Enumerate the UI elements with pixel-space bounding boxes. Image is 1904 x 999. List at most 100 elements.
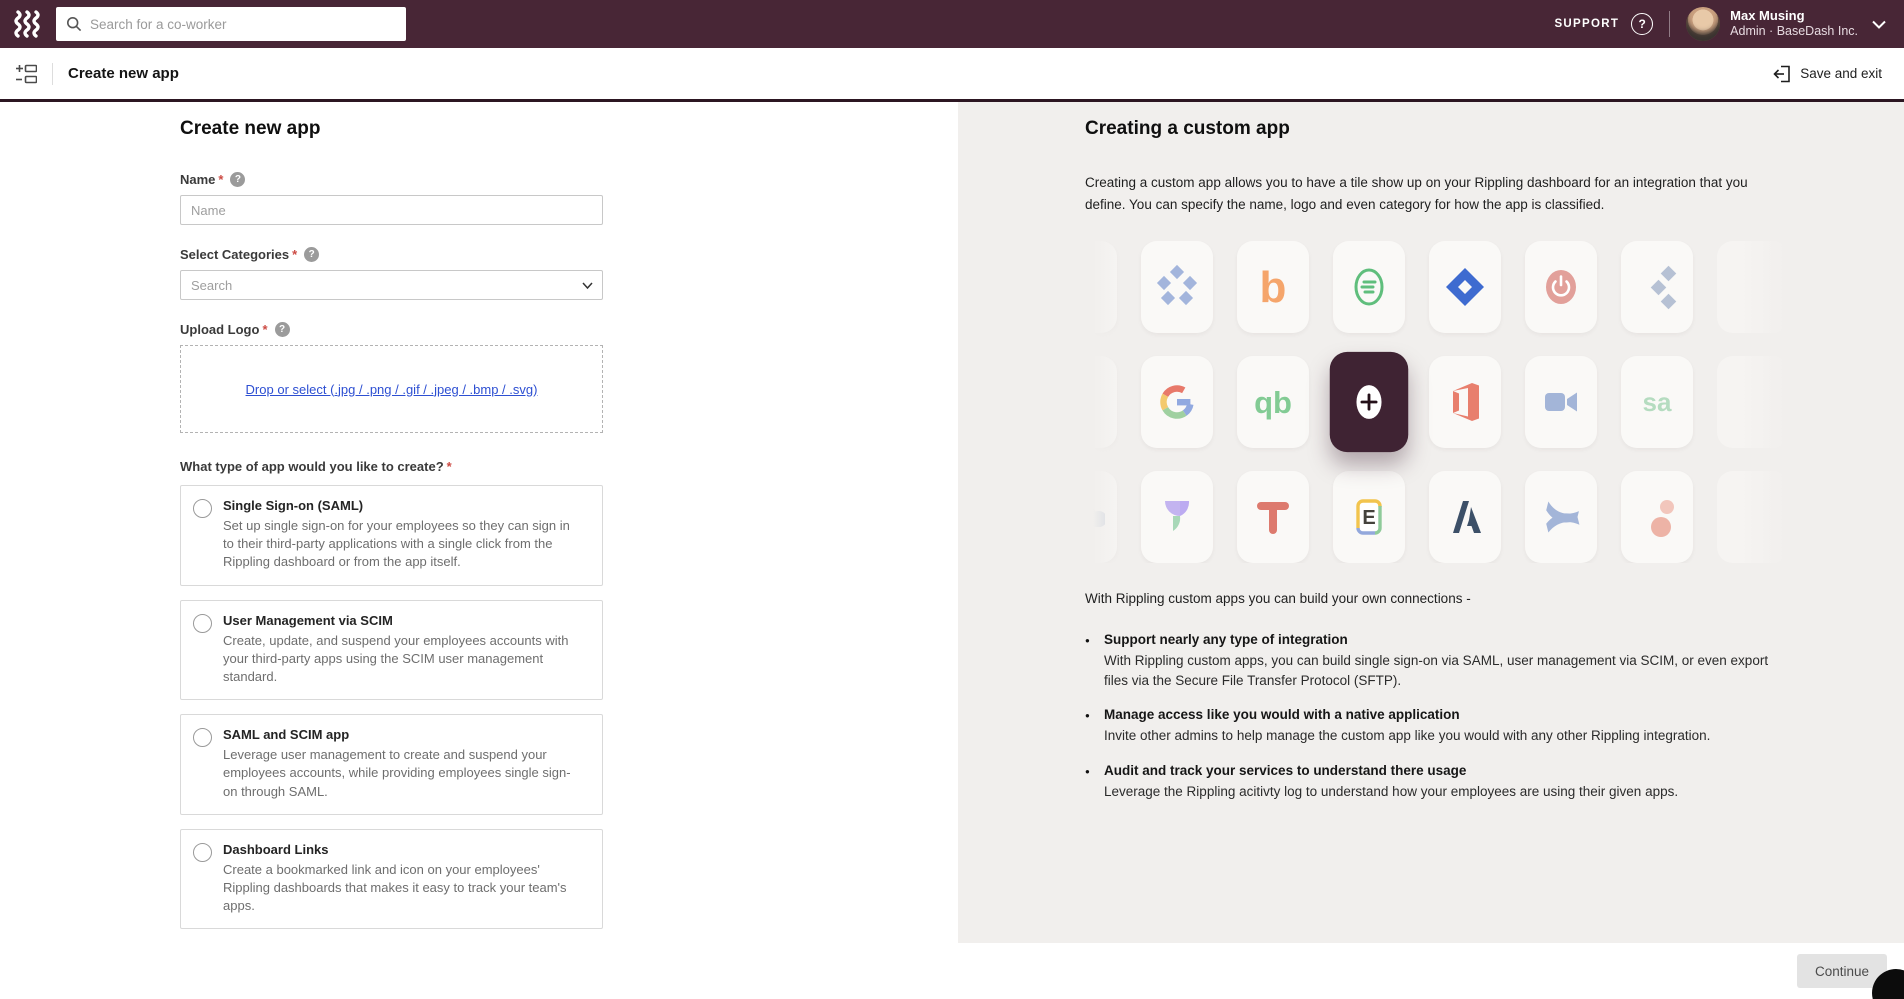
categories-help-icon[interactable]: ?	[304, 247, 319, 262]
app-type-option-card[interactable]: Dashboard Links Create a bookmarked link …	[180, 829, 603, 930]
benefit-title: Audit and track your services to underst…	[1104, 763, 1795, 778]
svg-text:b: b	[1260, 263, 1287, 311]
app-tile-bowtie-icon	[1525, 471, 1597, 563]
option-description: Set up single sign-on for your employees…	[223, 517, 579, 572]
option-title: Dashboard Links	[223, 842, 579, 857]
app-tile-pink-dots-icon	[1621, 471, 1693, 563]
app-type-question: What type of app would you like to creat…	[180, 459, 444, 474]
app-tile-custom-plus-icon	[1330, 352, 1408, 452]
svg-text:qb: qb	[1254, 385, 1292, 420]
benefit-description: With Rippling custom apps, you can build…	[1104, 651, 1795, 690]
logo-help-icon[interactable]: ?	[275, 322, 290, 337]
name-input[interactable]	[180, 195, 603, 225]
user-role-company: Admin · BaseDash Inc.	[1730, 24, 1858, 40]
app-tile-gray-diamonds-icon	[1621, 241, 1693, 333]
name-help-icon[interactable]: ?	[230, 172, 245, 187]
app-tile-cloud-icon	[1085, 471, 1117, 563]
option-title: SAML and SCIM app	[223, 727, 579, 742]
logo-upload-link[interactable]: Drop or select (.jpg / .png / .gif / .jp…	[246, 382, 538, 397]
app-type-option-card[interactable]: User Management via SCIMCreate, update, …	[180, 600, 603, 701]
app-tile-ro-text-icon: ro	[1085, 356, 1117, 448]
page-toolbar: Create new app Save and exit	[0, 48, 1904, 102]
app-tile-atlassian-a-icon	[1429, 471, 1501, 563]
app-tile-jira-diamond-icon	[1429, 241, 1501, 333]
app-tile-lined-oval-icon	[1333, 241, 1405, 333]
coworker-search	[56, 7, 406, 41]
topbar: SUPPORT ? Max Musing Admin · BaseDash In…	[0, 0, 1904, 48]
user-name: Max Musing	[1730, 8, 1858, 24]
app-tile-google-g-icon	[1141, 356, 1213, 448]
app-tile-blank	[1717, 356, 1789, 448]
app-tile-e-box-icon: E	[1333, 471, 1405, 563]
option-description: Create a bookmarked link and icon on you…	[223, 861, 579, 916]
app-tile-video-camera-icon	[1525, 356, 1597, 448]
required-asterisk: *	[218, 172, 223, 187]
app-window: SUPPORT ? Max Musing Admin · BaseDash In…	[0, 0, 1904, 999]
page-title: Create new app	[68, 65, 179, 82]
benefit-description: Invite other admins to help manage the c…	[1104, 726, 1795, 746]
radio-button[interactable]	[193, 728, 212, 747]
rippling-logo-icon[interactable]	[14, 10, 44, 38]
categories-select[interactable]	[180, 270, 603, 300]
user-avatar[interactable]	[1686, 7, 1720, 41]
app-tile-numeral-one-icon: 1	[1085, 241, 1117, 333]
exit-arrow-icon	[1773, 65, 1791, 83]
app-tile-leaf-icon	[1141, 471, 1213, 563]
benefits-list: Support nearly any type of integration Wi…	[1085, 632, 1904, 801]
app-tile-blank	[1717, 471, 1789, 563]
required-asterisk: *	[262, 322, 267, 337]
name-field-label: Name	[180, 172, 215, 187]
save-and-exit-button[interactable]: Save and exit	[1773, 65, 1882, 83]
app-tile-diamond-star-icon	[1141, 241, 1213, 333]
app-tile-qb-text-icon: qb	[1237, 356, 1309, 448]
app-tile-power-circle-icon	[1525, 241, 1597, 333]
app-list-plus-icon[interactable]	[16, 64, 37, 84]
svg-text:E: E	[1362, 507, 1375, 529]
app-type-option-card[interactable]: Single Sign-on (SAML) Set up single sign-…	[180, 485, 603, 586]
option-description: Create, update, and suspend your employe…	[223, 632, 579, 687]
logo-field-label: Upload Logo	[180, 322, 259, 337]
chevron-down-icon[interactable]	[1872, 20, 1886, 29]
app-type-option-card[interactable]: SAML and SCIM app Leverage user managemen…	[180, 714, 603, 815]
toolbar-divider	[52, 63, 53, 85]
required-asterisk: *	[447, 459, 452, 474]
support-help-icon[interactable]: ?	[1631, 13, 1653, 35]
benefit-title: Support nearly any type of integration	[1104, 632, 1795, 647]
radio-button[interactable]	[193, 499, 212, 518]
search-input[interactable]	[90, 17, 396, 32]
app-type-options: Single Sign-on (SAML) Set up single sign-…	[180, 485, 958, 929]
search-icon	[66, 16, 82, 32]
benefit-item: Audit and track your services to underst…	[1085, 763, 1795, 802]
logo-dropzone[interactable]: Drop or select (.jpg / .png / .gif / .jp…	[180, 345, 603, 433]
form-heading: Create new app	[180, 118, 958, 140]
topbar-divider	[1669, 11, 1670, 37]
app-tiles-illustration: 1 b ro qb sa E	[1085, 241, 1793, 563]
info-heading: Creating a custom app	[1085, 118, 1904, 140]
app-tile-sa-text-icon: sa	[1621, 356, 1693, 448]
app-tile-letter-t-icon	[1237, 471, 1309, 563]
app-tile-office-icon	[1429, 356, 1501, 448]
benefit-description: Leverage the Rippling acitivty log to un…	[1104, 782, 1795, 802]
radio-button[interactable]	[193, 614, 212, 633]
app-tile-blank	[1717, 241, 1789, 333]
svg-text:sa: sa	[1643, 387, 1672, 417]
svg-text:1: 1	[1085, 269, 1092, 305]
benefit-item: Support nearly any type of integration Wi…	[1085, 632, 1795, 690]
custom-app-info-panel: Creating a custom app Creating a custom …	[958, 102, 1904, 943]
option-description: Leverage user management to create and s…	[223, 746, 579, 801]
info-intro: Creating a custom app allows you to have…	[1085, 172, 1780, 215]
svg-text:ro: ro	[1085, 389, 1093, 416]
required-asterisk: *	[292, 247, 297, 262]
categories-search-input[interactable]	[180, 270, 603, 300]
benefit-title: Manage access like you would with a nati…	[1104, 707, 1795, 722]
footer-bar: Continue	[0, 943, 1904, 999]
user-block[interactable]: Max Musing Admin · BaseDash Inc.	[1730, 8, 1858, 40]
radio-button[interactable]	[193, 843, 212, 862]
app-tile-letter-b-icon: b	[1237, 241, 1309, 333]
create-app-form-panel: Create new app Name * ? Select Categorie…	[0, 102, 958, 943]
save-and-exit-label: Save and exit	[1800, 66, 1882, 81]
categories-field-label: Select Categories	[180, 247, 289, 262]
support-link[interactable]: SUPPORT	[1554, 18, 1619, 30]
benefit-item: Manage access like you would with a nati…	[1085, 707, 1795, 746]
option-title: Single Sign-on (SAML)	[223, 498, 579, 513]
